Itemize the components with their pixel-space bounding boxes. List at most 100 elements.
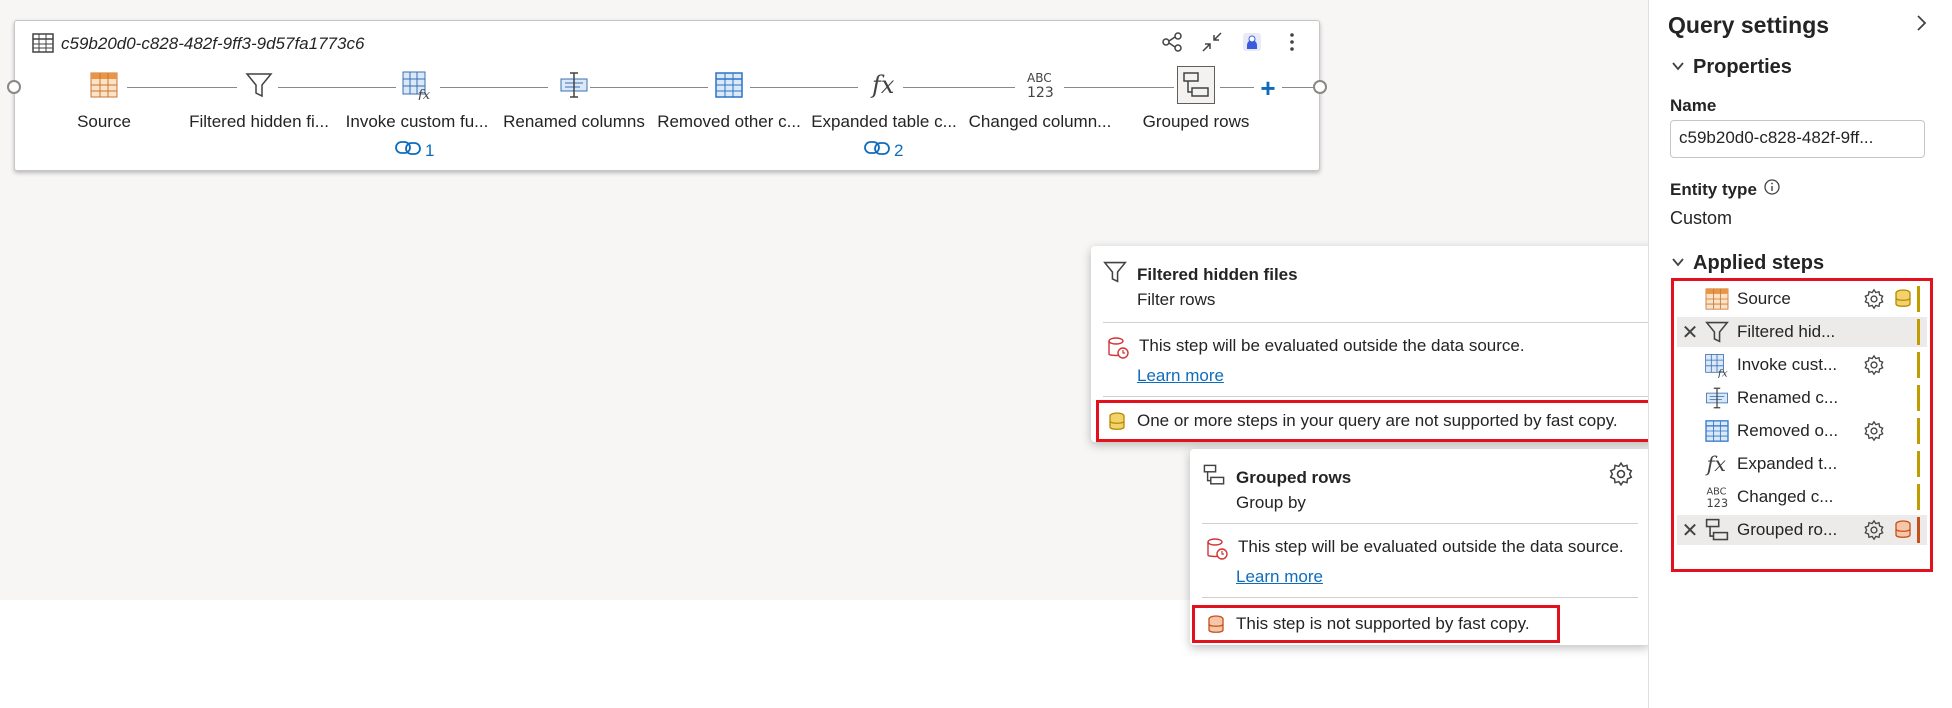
linked-query-count[interactable]: 1 — [395, 140, 434, 161]
database-warning-icon — [1893, 288, 1913, 315]
tooltip-title: Filtered hidden files — [1137, 264, 1298, 284]
abc123-icon: ABC 123 — [1024, 69, 1056, 106]
svg-text:ABC: ABC — [1027, 71, 1052, 85]
function-table-icon: fx — [1703, 352, 1731, 378]
link-count-value: 2 — [894, 140, 904, 160]
tooltip-subtitle: Group by — [1236, 493, 1306, 512]
section-label: Properties — [1693, 56, 1792, 78]
tooltip-fast-copy-note: This step is not supported by fast copy. — [1236, 614, 1530, 633]
learn-more-link[interactable]: Learn more — [1236, 567, 1323, 587]
output-port[interactable] — [1313, 80, 1327, 94]
grid-table-icon — [1703, 420, 1731, 442]
table-source-icon — [1703, 288, 1731, 310]
panel-title: Query settings — [1668, 12, 1830, 38]
database-clock-icon — [1206, 537, 1228, 566]
divider — [1202, 523, 1638, 524]
abc123-icon: ABC 123 — [1703, 483, 1731, 511]
more-options-icon[interactable] — [1279, 29, 1305, 55]
step-label: Renamed columns — [503, 112, 645, 131]
database-error-icon — [1893, 519, 1913, 546]
plus-icon: + — [1260, 72, 1276, 103]
status-bar — [1917, 286, 1920, 312]
applied-step-removed-other-columns[interactable]: Removed o... — [1677, 416, 1927, 446]
tooltip-subtitle: Filter rows — [1137, 290, 1216, 309]
info-icon[interactable] — [1763, 178, 1781, 201]
step-tooltip-grouped-rows: Grouped rows Group by This step will be … — [1190, 449, 1650, 645]
step-label: Removed other c... — [657, 112, 801, 131]
link-count-value: 1 — [425, 140, 435, 160]
entity-type-value: Custom — [1670, 208, 1733, 228]
applied-step-label: Changed c... — [1737, 487, 1834, 506]
applied-step-label: Renamed c... — [1737, 388, 1839, 407]
step-filtered-hidden-files[interactable]: Filtered hidden fi... — [179, 68, 339, 132]
properties-section-toggle[interactable]: Properties — [1671, 56, 1792, 79]
collapse-icon[interactable] — [1199, 29, 1225, 55]
entity-type-label: Entity type — [1670, 178, 1781, 201]
step-expanded-table-column[interactable]: fx Expanded table c... — [804, 68, 964, 132]
gear-icon[interactable] — [1863, 288, 1885, 315]
step-renamed-columns[interactable]: Renamed columns — [494, 68, 654, 132]
function-table-icon: fx — [401, 70, 433, 105]
applied-step-source[interactable]: Source — [1677, 284, 1927, 314]
group-by-icon — [1177, 65, 1215, 108]
applied-step-grouped-rows[interactable]: ✕ Grouped ro... — [1677, 515, 1927, 545]
applied-step-expanded-table-column[interactable]: fx Expanded t... — [1677, 449, 1927, 479]
divider — [1103, 322, 1649, 323]
tooltip-eval-note: This step will be evaluated outside the … — [1139, 336, 1525, 355]
filter-icon — [1703, 320, 1731, 344]
applied-step-renamed-columns[interactable]: Renamed c... — [1677, 383, 1927, 413]
delete-step-icon[interactable]: ✕ — [1677, 518, 1703, 543]
gear-icon[interactable] — [1863, 420, 1885, 447]
applied-steps-section-toggle[interactable]: Applied steps — [1671, 252, 1824, 275]
divider — [1202, 597, 1638, 598]
step-source[interactable]: Source — [24, 68, 184, 132]
applied-step-label: Grouped ro... — [1737, 520, 1838, 539]
dataflow-destination-icon[interactable] — [1239, 29, 1265, 55]
input-port[interactable] — [7, 80, 21, 94]
status-bar — [1917, 451, 1920, 477]
database-clock-icon — [1107, 336, 1129, 365]
chevron-down-icon — [1671, 56, 1685, 79]
applied-step-changed-column-type[interactable]: ABC 123 Changed c... — [1677, 482, 1927, 512]
status-bar — [1917, 352, 1920, 378]
connector-line — [1282, 87, 1314, 88]
applied-step-label: Filtered hid... — [1737, 322, 1836, 341]
chevron-right-icon[interactable] — [1910, 12, 1932, 40]
step-label: Invoke custom fu... — [345, 112, 489, 131]
linked-query-count[interactable]: 2 — [864, 140, 903, 161]
link-icon — [395, 140, 421, 161]
rename-columns-icon — [1703, 386, 1731, 410]
tooltip-eval-note: This step will be evaluated outside the … — [1238, 537, 1624, 556]
learn-more-link[interactable]: Learn more — [1137, 366, 1224, 386]
applied-step-invoke-custom-function[interactable]: fx Invoke cust... — [1677, 350, 1927, 380]
step-invoke-custom-function[interactable]: fx Invoke custom fu... — [337, 68, 497, 132]
step-removed-other-columns[interactable]: Removed other c... — [649, 68, 809, 132]
step-changed-column-type[interactable]: ABC 123 Changed column... — [960, 68, 1120, 132]
database-error-icon — [1206, 614, 1226, 641]
database-warning-icon — [1107, 411, 1127, 438]
gear-icon[interactable] — [1863, 519, 1885, 546]
applied-step-filtered-hidden-files[interactable]: ✕ Filtered hid... — [1677, 317, 1927, 347]
gear-icon[interactable] — [1863, 354, 1885, 381]
filter-icon — [1103, 260, 1127, 289]
name-label: Name — [1670, 96, 1717, 115]
applied-step-label: Source — [1737, 289, 1791, 308]
fx-icon: fx — [869, 70, 899, 105]
table-source-icon — [90, 72, 118, 103]
svg-text:fx: fx — [870, 71, 895, 99]
add-step-button[interactable]: + — [1254, 72, 1282, 103]
gear-icon[interactable] — [1608, 461, 1634, 492]
filter-icon — [245, 71, 273, 104]
status-bar — [1917, 385, 1920, 411]
link-icon — [864, 140, 890, 161]
applied-steps-list: Source ✕ Filtered hid... fx Invoke cust.… — [1671, 278, 1933, 572]
share-icon[interactable] — [1159, 29, 1185, 55]
svg-text:123: 123 — [1027, 85, 1054, 101]
name-input[interactable]: c59b20d0-c828-482f-9ff... — [1670, 120, 1925, 158]
svg-text:fx: fx — [417, 88, 431, 100]
svg-text:123: 123 — [1706, 496, 1728, 510]
delete-step-icon[interactable]: ✕ — [1677, 320, 1703, 345]
svg-text:fx: fx — [1717, 367, 1728, 378]
status-bar — [1917, 319, 1920, 345]
step-grouped-rows[interactable]: Grouped rows — [1116, 65, 1276, 132]
